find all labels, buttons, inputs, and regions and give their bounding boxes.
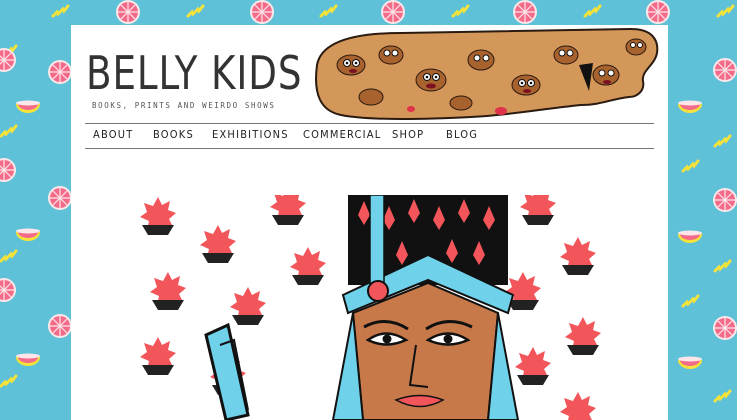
site-tagline: BOOKS, PRINTS AND WEIRDO SHOWS [92, 101, 276, 110]
site-header: BELLY KIDS BOOKS, PRINTS AND WEIRDO SHOW… [71, 25, 668, 123]
header-monster-illustration [315, 27, 659, 120]
site-logo-title[interactable]: BELLY KIDS [86, 47, 302, 99]
page-container: BELLY KIDS BOOKS, PRINTS AND WEIRDO SHOW… [71, 25, 668, 420]
nav-blog[interactable]: BLOG [446, 128, 478, 141]
nav-shop[interactable]: SHOP [392, 128, 424, 141]
nav-exhibitions[interactable]: EXHIBITIONS [212, 128, 289, 141]
nav-commercial[interactable]: COMMERCIAL [303, 128, 381, 141]
nav-about[interactable]: ABOUT [93, 128, 133, 141]
main-nav: ABOUT BOOKS EXHIBITIONS COMMERCIAL SHOP … [85, 123, 654, 149]
featured-artwork[interactable] [138, 195, 603, 420]
nav-books[interactable]: BOOKS [153, 128, 194, 141]
